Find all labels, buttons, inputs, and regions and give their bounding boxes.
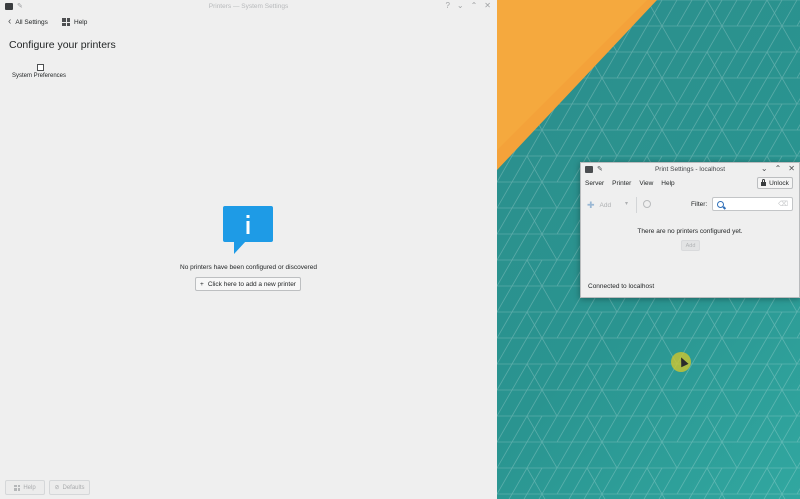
unlock-button[interactable]: Unlock: [757, 177, 793, 189]
help-grid-icon: [62, 18, 70, 26]
keep-above-icon[interactable]: ?: [445, 1, 449, 10]
no-printers-configured-message: There are no printers configured yet.: [637, 228, 743, 235]
no-printers-message: No printers have been configured or disc…: [180, 264, 317, 271]
print-window-controls: ⌄ ⌃ ✕: [754, 164, 795, 173]
filter-input[interactable]: ⌫: [712, 197, 793, 211]
add-new-printer-label: Click here to add a new printer: [207, 280, 296, 288]
toolbar-add-label: Add: [599, 202, 612, 209]
add-dropdown-icon[interactable]: ▾: [625, 200, 628, 207]
chevron-left-icon: ‹: [8, 16, 12, 27]
menu-help[interactable]: Help: [661, 180, 674, 187]
footer-help-label: Help: [23, 484, 36, 491]
all-settings-button[interactable]: ‹ All Settings: [8, 16, 48, 27]
status-text: Connected to localhost: [588, 283, 655, 290]
unlock-label: Unlock: [769, 179, 789, 187]
lock-icon: [761, 179, 767, 186]
plus-icon: ✚: [587, 200, 595, 210]
menu-server[interactable]: Server: [585, 180, 604, 187]
settings-titlebar[interactable]: ✎ Printers — System Settings ? ⌄ ⌃ ✕: [0, 0, 497, 14]
all-settings-label: All Settings: [15, 18, 48, 26]
toolbar-separator: [636, 197, 637, 213]
mouse-cursor: [671, 352, 691, 372]
add-printer-button[interactable]: Add: [681, 240, 700, 251]
footer-help-button[interactable]: Help: [5, 480, 45, 495]
clear-icon[interactable]: ⌫: [778, 200, 788, 208]
menu-printer[interactable]: Printer: [612, 180, 631, 187]
help-button[interactable]: Help: [62, 18, 87, 26]
defaults-button[interactable]: ⊘ Defaults: [49, 480, 90, 495]
plus-icon: +: [200, 280, 204, 288]
search-icon: [717, 201, 724, 208]
print-menubar: Server Printer View Help: [585, 180, 675, 187]
close-icon[interactable]: ✕: [788, 164, 795, 173]
defaults-icon: ⊘: [54, 485, 60, 491]
add-new-printer-button[interactable]: + Click here to add a new printer: [195, 277, 301, 291]
system-preferences-label: System Preferences: [11, 73, 67, 79]
settings-footer: Help ⊘ Defaults: [0, 477, 497, 499]
maximize-icon[interactable]: ⌃: [471, 1, 478, 10]
window-controls: ? ⌄ ⌃ ✕: [438, 1, 491, 10]
maximize-icon[interactable]: ⌃: [775, 164, 782, 173]
info-icon: [223, 206, 273, 254]
toolbar-add-button[interactable]: ✚ Add: [587, 200, 611, 211]
system-preferences-button[interactable]: System Preferences: [8, 64, 70, 79]
help-grid-icon: [14, 484, 21, 491]
refresh-icon[interactable]: [643, 200, 651, 208]
defaults-label: Defaults: [62, 484, 85, 491]
print-titlebar[interactable]: ✎ Print Settings - localhost ⌄ ⌃ ✕: [581, 163, 799, 177]
print-settings-window: ✎ Print Settings - localhost ⌄ ⌃ ✕ Server …: [580, 162, 800, 298]
print-toolbar: ✚ Add ▾ Filter: ⌫: [581, 195, 799, 215]
menu-view[interactable]: View: [639, 180, 653, 187]
help-label: Help: [74, 18, 88, 26]
close-icon[interactable]: ✕: [484, 1, 491, 10]
system-settings-window: ✎ Printers — System Settings ? ⌄ ⌃ ✕ ‹ All …: [0, 0, 497, 499]
settings-toolbar: ‹ All Settings Help: [0, 15, 497, 31]
page-title: Configure your printers: [9, 39, 116, 51]
filter-label: Filter:: [691, 201, 708, 208]
pointer-icon: [677, 355, 689, 368]
window-title: Printers — System Settings: [208, 3, 289, 10]
minimize-icon[interactable]: ⌄: [761, 164, 768, 173]
system-preferences-icon: [37, 64, 44, 71]
minimize-icon[interactable]: ⌄: [457, 1, 464, 10]
